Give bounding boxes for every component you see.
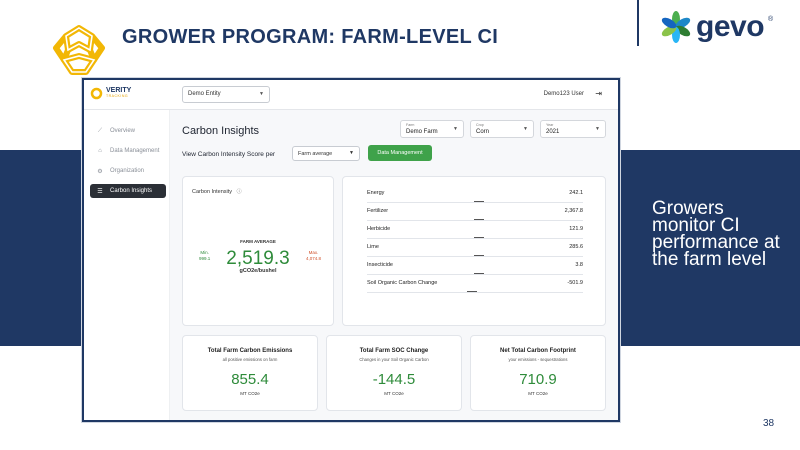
slide-title: GROWER PROGRAM: FARM-LEVEL CI [122, 26, 499, 48]
filter-value: Demo Farm [406, 129, 438, 135]
category-name: Herbicide [367, 226, 391, 232]
app-topbar: VERITY TRACKING Demo Entity ▼ Demo123 Us… [84, 80, 618, 110]
ci-score-select[interactable]: Farm average ▼ [292, 146, 360, 161]
sidebar-item-data-management[interactable]: ⌂ Data Management [90, 144, 166, 158]
category-row: Insecticide 3.8 [367, 257, 583, 275]
category-marker [474, 219, 484, 220]
chevron-down-icon: ▼ [259, 91, 264, 97]
category-value: 2,367.8 [564, 208, 583, 214]
crop-filter[interactable]: Crop Corn ▼ [470, 120, 534, 138]
verity-knot-icon [90, 87, 103, 100]
year-filter[interactable]: Year 2021 ▼ [540, 120, 606, 138]
category-marker [474, 273, 484, 274]
chevron-down-icon: ▼ [523, 126, 528, 132]
category-name: Soil Organic Carbon Change [367, 280, 438, 286]
category-value: 3.8 [575, 262, 583, 268]
app-window: VERITY TRACKING Demo Entity ▼ Demo123 Us… [82, 78, 620, 422]
stat-unit: MT CO2e [240, 391, 260, 396]
user-name[interactable]: Demo123 User [544, 91, 584, 97]
filter-value: 2021 [546, 129, 560, 135]
stat-card-total-emissions: Total Farm Carbon Emissions all positive… [182, 335, 318, 411]
category-row: Fertilizer 2,367.8 [367, 203, 583, 221]
chevron-down-icon: ▼ [453, 126, 458, 132]
list-icon: ☰ [97, 188, 103, 195]
category-value: 242.1 [569, 190, 583, 196]
main-content: Carbon Insights Farm Demo Farm ▼ Crop Co… [170, 110, 618, 420]
category-row: Energy 242.1 [367, 185, 583, 203]
entity-select-value: Demo Entity [188, 91, 221, 97]
sidebar-item-carbon-insights[interactable]: ☰ Carbon Insights [90, 184, 166, 198]
ci-score-select-value: Farm average [298, 151, 333, 157]
stat-subtitle: all positive emissions on farm [222, 357, 278, 362]
page-number: 38 [763, 418, 775, 429]
info-icon[interactable]: ⓘ [237, 189, 242, 195]
category-value: 121.9 [569, 226, 583, 232]
stat-unit: MT CO2e [384, 391, 404, 396]
category-value: -501.9 [567, 280, 583, 286]
gevo-logo: gevo ® [660, 10, 773, 44]
ci-card-title-text: Carbon Intensity [192, 189, 233, 195]
stat-card-net-footprint: Net Total Carbon Footprint your emission… [470, 335, 606, 411]
category-marker [474, 201, 484, 202]
slide: GROWER PROGRAM: FARM-LEVEL CI gevo ® Gro… [0, 0, 800, 450]
ci-card-title: Carbon Intensity ⓘ [192, 188, 242, 195]
category-breakdown-card: Energy 242.1 Fertilizer 2,367.8 Herbicid… [342, 176, 606, 326]
stat-title: Total Farm Carbon Emissions [207, 348, 293, 354]
category-marker [474, 237, 484, 238]
stat-value: 855.4 [231, 371, 269, 388]
category-value: 285.6 [569, 244, 583, 250]
category-name: Lime [367, 244, 379, 250]
category-marker [474, 255, 484, 256]
category-row: Herbicide 121.9 [367, 221, 583, 239]
sidebar-item-organization[interactable]: ⚙ Organization [90, 164, 166, 178]
filter-value: Corn [476, 129, 490, 135]
stat-subtitle: Changes in your Soil Organic Carbon [359, 357, 429, 362]
chevron-down-icon: ▼ [349, 150, 354, 156]
home-icon: ⌂ [98, 148, 102, 154]
stat-title: Net Total Carbon Footprint [500, 348, 576, 354]
side-caption: Growers monitor CI performance at the fa… [652, 198, 780, 270]
farm-filter[interactable]: Farm Demo Farm ▼ [400, 120, 464, 138]
chart-line-icon: ⟋ [97, 127, 103, 134]
sidebar-item-label: Overview [110, 128, 136, 134]
ci-score-label: View Carbon Intensity Score per [182, 151, 276, 158]
chevron-down-icon: ▼ [595, 126, 600, 132]
stat-unit: MT CO2e [528, 391, 548, 396]
category-name: Fertilizer [367, 208, 389, 214]
verity-logo: VERITY TRACKING [90, 87, 131, 100]
brand-sub: TRACKING [106, 94, 129, 98]
sidebar-item-label: Organization [110, 168, 145, 174]
category-row: Soil Organic Carbon Change -501.9 [367, 275, 583, 293]
stat-card-soc-change: Total Farm SOC Change Changes in your So… [326, 335, 462, 411]
entity-select[interactable]: Demo Entity ▼ [182, 86, 270, 103]
category-name: Energy [367, 190, 385, 196]
category-marker [467, 291, 477, 292]
stat-title: Total Farm SOC Change [359, 348, 429, 354]
gevo-flower-icon [661, 11, 691, 43]
category-name: Insecticide [367, 262, 393, 268]
header-divider [637, 0, 639, 46]
carbon-intensity-card: Carbon Intensity ⓘ FARM AVERAGE Min. 999… [182, 176, 334, 326]
program-logo-icon [53, 25, 105, 75]
data-management-button[interactable]: Data Management [368, 145, 432, 161]
sidebar: ⟋ Overview ⌂ Data Management ⚙ Organizat… [84, 110, 170, 420]
stat-value: 710.9 [519, 371, 557, 388]
farm-average-unit: gCO2e/bushel [239, 268, 277, 274]
sidebar-item-label: Carbon Insights [110, 188, 153, 194]
farm-average-label: FARM AVERAGE [240, 239, 276, 244]
stat-subtitle: your emissions - sequestrations [508, 357, 568, 362]
sidebar-item-label: Data Management [110, 148, 160, 154]
category-row: Lime 285.6 [367, 239, 583, 257]
logout-icon[interactable]: ⇥ [595, 89, 602, 98]
gevo-wordmark: gevo [696, 10, 765, 43]
gevo-registered-mark: ® [768, 16, 774, 23]
max-block: Max. 4,074.8 [306, 250, 321, 262]
stat-value: -144.5 [372, 371, 416, 388]
max-value: 4,074.8 [305, 256, 321, 261]
cog-icon: ⚙ [97, 168, 103, 175]
sidebar-item-overview[interactable]: ⟋ Overview [90, 124, 166, 138]
page-title: Carbon Insights [182, 125, 260, 137]
